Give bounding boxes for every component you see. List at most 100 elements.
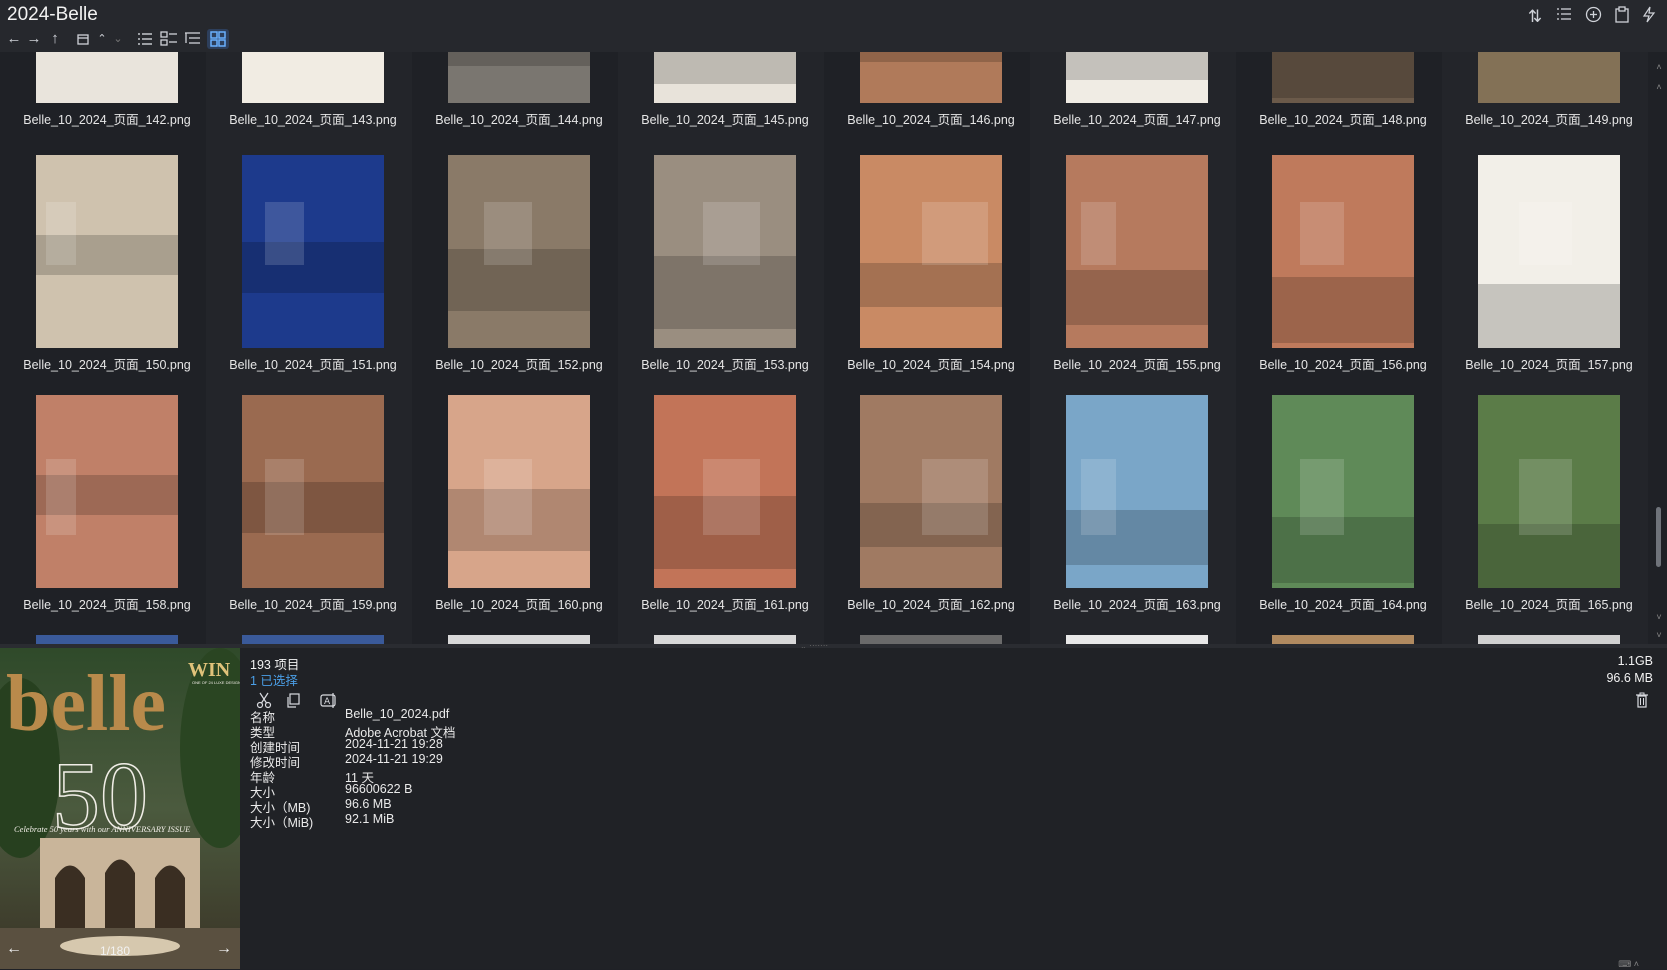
sort-button[interactable]: ⇅ (1524, 6, 1546, 28)
forward-button[interactable]: → (25, 30, 43, 48)
file-thumbnail[interactable]: Belle_10_2024_页面_159.png (229, 395, 397, 615)
new-window-button[interactable] (74, 30, 92, 48)
file-thumbnail[interactable]: Belle_10_2024_页面_153.png (641, 155, 809, 375)
delete-button[interactable] (1631, 692, 1653, 714)
details-view-button[interactable] (1553, 6, 1575, 28)
file-thumbnail[interactable]: Belle_10_2024_页面_145.png (641, 52, 809, 130)
preview-next-button[interactable]: → (216, 940, 232, 958)
file-thumbnail[interactable]: Belle_10_2024_页面_148.png (1259, 52, 1427, 130)
thumbnail-image (1272, 155, 1414, 348)
scroll-up-icon[interactable]: ˄ (1654, 62, 1664, 72)
view-thumbnails-button[interactable] (207, 29, 229, 49)
file-thumbnail[interactable]: Belle_10_2024_页面_164.png (1259, 395, 1427, 615)
property-value: 2024-11-21 19:28 (345, 737, 443, 751)
thumbnail-filename: Belle_10_2024_页面_160.png (435, 598, 603, 612)
arrow-right-icon: → (216, 940, 232, 957)
preview-prev-button[interactable]: ← (6, 940, 22, 958)
svg-text:A: A (324, 697, 331, 707)
view-details-button[interactable] (134, 29, 156, 49)
thumbnail-image (654, 52, 796, 103)
scroll-down-fast-icon[interactable]: ˅ (1654, 630, 1664, 640)
file-thumbnail[interactable]: Belle_10_2024_页面_143.png (229, 52, 397, 130)
thumbnail-filename: Belle_10_2024_页面_152.png (435, 358, 603, 372)
clipboard-icon (1615, 6, 1629, 23)
thumbnail-filename: Belle_10_2024_页面_142.png (23, 113, 191, 127)
file-thumbnail[interactable]: Belle_10_2024_页面_163.png (1053, 395, 1221, 615)
file-thumbnail-partial[interactable] (1478, 635, 1620, 644)
file-thumbnail[interactable]: Belle_10_2024_页面_161.png (641, 395, 809, 615)
file-thumbnail[interactable]: Belle_10_2024_页面_165.png (1465, 395, 1633, 615)
file-thumbnail[interactable]: Belle_10_2024_页面_154.png (847, 155, 1015, 375)
property-key: 大小（MiB) (250, 816, 314, 830)
scroll-down-icon[interactable]: ˅ (1654, 612, 1664, 622)
title-bar: 2024-Belle ← → ↑ ⌃ ⌄ ⇅ (0, 0, 1667, 52)
quick-action-button[interactable] (1638, 6, 1660, 28)
tiles-icon (160, 31, 177, 46)
file-thumbnail-partial[interactable] (860, 635, 1002, 644)
thumbnail-filename: Belle_10_2024_页面_149.png (1465, 113, 1633, 127)
thumbnail-image (1066, 155, 1208, 348)
file-thumbnail[interactable]: Belle_10_2024_页面_144.png (435, 52, 603, 130)
thumbnail-filename: Belle_10_2024_页面_162.png (847, 598, 1015, 612)
list-icon (138, 33, 152, 45)
thumbnail-image (36, 52, 178, 103)
thumbnail-image (860, 52, 1002, 103)
file-thumbnail[interactable]: Belle_10_2024_页面_146.png (847, 52, 1015, 130)
file-thumbnail[interactable]: Belle_10_2024_页面_149.png (1465, 52, 1633, 130)
file-thumbnail-partial[interactable] (654, 635, 796, 644)
file-thumbnail[interactable]: Belle_10_2024_页面_150.png (23, 155, 191, 375)
window-title: 2024-Belle (7, 4, 98, 25)
total-size: 1.1GB (1617, 654, 1653, 668)
file-thumbnail[interactable]: Belle_10_2024_页面_158.png (23, 395, 191, 615)
thumbnail-filename: Belle_10_2024_页面_156.png (1259, 358, 1427, 372)
file-thumbnail-partial[interactable] (1272, 635, 1414, 644)
keyboard-icon: ⌨ (1618, 959, 1632, 969)
thumbnail-grid[interactable]: Belle_10_2024_页面_142.png Belle_10_2024_页面… (0, 52, 1651, 644)
vertical-scrollbar[interactable]: ˄ ˄ ˅ ˅ (1651, 52, 1667, 644)
file-thumbnail[interactable]: Belle_10_2024_页面_155.png (1053, 155, 1221, 375)
file-thumbnail[interactable]: Belle_10_2024_页面_156.png (1259, 155, 1427, 375)
property-value: 2024-11-21 19:29 (345, 752, 443, 766)
tree-list-icon (185, 32, 200, 44)
selected-count[interactable]: 1 已选择 (250, 670, 298, 689)
arrow-left-icon: ← (6, 30, 22, 47)
list-details-icon (1557, 8, 1571, 20)
collapse-down-button[interactable]: ⌄ (109, 30, 127, 48)
file-thumbnail[interactable]: Belle_10_2024_页面_157.png (1465, 155, 1633, 375)
thumbnail-filename: Belle_10_2024_页面_147.png (1053, 113, 1221, 127)
clipboard-button[interactable] (1611, 6, 1633, 28)
property-value: 96.6 MB (345, 797, 392, 811)
scroll-up-fast-icon[interactable]: ˄ (1654, 82, 1664, 92)
file-thumbnail[interactable]: Belle_10_2024_页面_162.png (847, 395, 1015, 615)
add-button[interactable] (1582, 6, 1604, 28)
thumbnail-image (242, 395, 384, 588)
file-thumbnail[interactable]: Belle_10_2024_页面_142.png (23, 52, 191, 130)
thumbnail-image (36, 155, 178, 348)
thumbnail-filename: Belle_10_2024_页面_157.png (1465, 358, 1633, 372)
thumbnail-image (860, 155, 1002, 348)
file-thumbnail[interactable]: Belle_10_2024_页面_147.png (1053, 52, 1221, 130)
view-tiles-button[interactable] (158, 29, 180, 49)
thumbnail-filename: Belle_10_2024_页面_146.png (847, 113, 1015, 127)
property-value: Belle_10_2024.pdf (345, 707, 450, 721)
file-thumbnail-partial[interactable] (242, 635, 384, 644)
file-thumbnail-partial[interactable] (36, 635, 178, 644)
thumbnail-image (448, 52, 590, 103)
file-thumbnail[interactable]: Belle_10_2024_页面_151.png (229, 155, 397, 375)
file-thumbnail[interactable]: Belle_10_2024_页面_152.png (435, 155, 603, 375)
view-tree-button[interactable] (182, 29, 204, 49)
file-thumbnail-partial[interactable] (1066, 635, 1208, 644)
thumbnail-image (1272, 52, 1414, 103)
scrollbar-thumb[interactable] (1656, 507, 1661, 567)
thumbnail-filename: Belle_10_2024_页面_164.png (1259, 598, 1427, 612)
cover-brand-text: belle (6, 660, 166, 748)
back-button[interactable]: ← (5, 30, 23, 48)
up-button[interactable]: ↑ (46, 30, 64, 48)
thumbnail-filename: Belle_10_2024_页面_158.png (23, 598, 191, 612)
file-thumbnail-partial[interactable] (448, 635, 590, 644)
thumbnail-filename: Belle_10_2024_页面_151.png (229, 358, 397, 372)
thumbnail-image (448, 155, 590, 348)
file-thumbnail[interactable]: Belle_10_2024_页面_160.png (435, 395, 603, 615)
preview-page-counter: 1/180 (100, 944, 131, 958)
thumbnail-image (1066, 395, 1208, 588)
